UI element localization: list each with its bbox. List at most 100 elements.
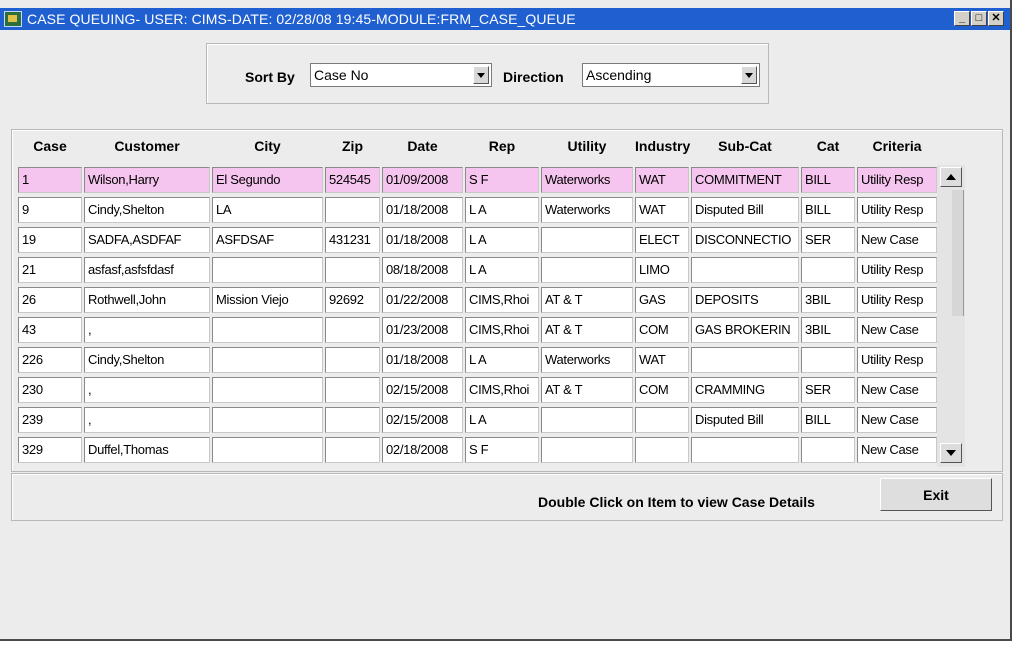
cell-criteria[interactable]: New Case [857, 377, 937, 403]
cell-date[interactable]: 02/15/2008 [382, 407, 463, 433]
cell-utility[interactable]: AT & T [541, 377, 633, 403]
cell-city[interactable] [212, 347, 323, 373]
cell-customer[interactable]: asfasf,asfsfdasf [84, 257, 210, 283]
cell-cat[interactable]: BILL [801, 167, 855, 193]
cell-criteria[interactable]: New Case [857, 317, 937, 343]
cell-sub-cat[interactable]: COMMITMENT [691, 167, 799, 193]
cell-sub-cat[interactable] [691, 437, 799, 463]
cell-criteria[interactable]: New Case [857, 437, 937, 463]
cell-industry[interactable] [635, 407, 689, 433]
close-icon[interactable]: ✕ [988, 11, 1004, 26]
cell-cat[interactable]: 3BIL [801, 317, 855, 343]
cell-sub-cat[interactable]: GAS BROKERIN [691, 317, 799, 343]
scroll-down-icon[interactable] [940, 443, 962, 463]
cell-zip[interactable]: 92692 [325, 287, 380, 313]
cell-zip[interactable] [325, 317, 380, 343]
cell-zip[interactable] [325, 347, 380, 373]
cell-city[interactable]: Mission Viejo [212, 287, 323, 313]
cell-cat[interactable] [801, 437, 855, 463]
cell-customer[interactable]: Cindy,Shelton [84, 347, 210, 373]
cell-industry[interactable]: ELECT [635, 227, 689, 253]
cell-case[interactable]: 230 [18, 377, 82, 403]
cell-city[interactable] [212, 377, 323, 403]
cell-criteria[interactable]: Utility Resp [857, 197, 937, 223]
cell-cat[interactable] [801, 347, 855, 373]
cell-zip[interactable]: 431231 [325, 227, 380, 253]
chevron-down-icon[interactable] [473, 66, 489, 84]
cell-case[interactable]: 19 [18, 227, 82, 253]
cell-industry[interactable]: WAT [635, 197, 689, 223]
cell-cat[interactable]: SER [801, 377, 855, 403]
cell-utility[interactable]: AT & T [541, 287, 633, 313]
cell-city[interactable] [212, 317, 323, 343]
cell-customer[interactable]: SADFA,ASDFAF [84, 227, 210, 253]
cell-cat[interactable]: SER [801, 227, 855, 253]
cell-rep[interactable]: L A [465, 227, 539, 253]
scroll-thumb[interactable] [952, 190, 964, 316]
cell-industry[interactable]: LIMO [635, 257, 689, 283]
cell-customer[interactable]: Cindy,Shelton [84, 197, 210, 223]
cell-industry[interactable]: WAT [635, 167, 689, 193]
cell-date[interactable]: 01/22/2008 [382, 287, 463, 313]
cell-rep[interactable]: S F [465, 167, 539, 193]
cell-cat[interactable]: BILL [801, 197, 855, 223]
cell-sub-cat[interactable]: Disputed Bill [691, 197, 799, 223]
cell-case[interactable]: 21 [18, 257, 82, 283]
cell-customer[interactable]: , [84, 407, 210, 433]
cell-sub-cat[interactable]: Disputed Bill [691, 407, 799, 433]
cell-sub-cat[interactable]: DISCONNECTIO [691, 227, 799, 253]
cell-case[interactable]: 43 [18, 317, 82, 343]
cell-rep[interactable]: L A [465, 407, 539, 433]
direction-select[interactable]: Ascending [582, 63, 760, 87]
cell-criteria[interactable]: Utility Resp [857, 257, 937, 283]
cell-zip[interactable] [325, 377, 380, 403]
cell-rep[interactable]: CIMS,Rhoi [465, 317, 539, 343]
cell-utility[interactable]: Waterworks [541, 197, 633, 223]
cell-utility[interactable]: AT & T [541, 317, 633, 343]
cell-industry[interactable]: COM [635, 317, 689, 343]
cell-date[interactable]: 01/18/2008 [382, 347, 463, 373]
cell-customer[interactable]: Rothwell,John [84, 287, 210, 313]
cell-zip[interactable] [325, 407, 380, 433]
cell-case[interactable]: 9 [18, 197, 82, 223]
cell-sub-cat[interactable]: CRAMMING [691, 377, 799, 403]
maximize-icon[interactable]: □ [971, 11, 987, 26]
cell-utility[interactable] [541, 257, 633, 283]
cell-date[interactable]: 01/09/2008 [382, 167, 463, 193]
cell-zip[interactable] [325, 437, 380, 463]
cell-date[interactable]: 01/18/2008 [382, 197, 463, 223]
cell-rep[interactable]: CIMS,Rhoi [465, 287, 539, 313]
cell-criteria[interactable]: Utility Resp [857, 347, 937, 373]
cell-customer[interactable]: , [84, 317, 210, 343]
cell-zip[interactable] [325, 257, 380, 283]
cell-cat[interactable]: BILL [801, 407, 855, 433]
cell-criteria[interactable]: Utility Resp [857, 167, 937, 193]
cell-city[interactable]: ASFDSAF [212, 227, 323, 253]
exit-button[interactable]: Exit [880, 478, 992, 511]
cell-utility[interactable]: Waterworks [541, 347, 633, 373]
cell-case[interactable]: 329 [18, 437, 82, 463]
cell-city[interactable]: El Segundo [212, 167, 323, 193]
cell-cat[interactable]: 3BIL [801, 287, 855, 313]
cell-case[interactable]: 26 [18, 287, 82, 313]
cell-case[interactable]: 226 [18, 347, 82, 373]
cell-date[interactable]: 01/18/2008 [382, 227, 463, 253]
cell-utility[interactable] [541, 437, 633, 463]
cell-city[interactable]: LA [212, 197, 323, 223]
cell-industry[interactable]: WAT [635, 347, 689, 373]
cell-date[interactable]: 01/23/2008 [382, 317, 463, 343]
cell-criteria[interactable]: New Case [857, 407, 937, 433]
cell-utility[interactable] [541, 227, 633, 253]
cell-rep[interactable]: L A [465, 197, 539, 223]
cell-city[interactable] [212, 407, 323, 433]
sort-by-select[interactable]: Case No [310, 63, 492, 87]
cell-customer[interactable]: Duffel,Thomas [84, 437, 210, 463]
cell-zip[interactable]: 524545 [325, 167, 380, 193]
cell-zip[interactable] [325, 197, 380, 223]
cell-criteria[interactable]: New Case [857, 227, 937, 253]
cell-sub-cat[interactable] [691, 347, 799, 373]
cell-criteria[interactable]: Utility Resp [857, 287, 937, 313]
cell-city[interactable] [212, 257, 323, 283]
minimize-icon[interactable]: _ [954, 11, 970, 26]
cell-rep[interactable]: S F [465, 437, 539, 463]
